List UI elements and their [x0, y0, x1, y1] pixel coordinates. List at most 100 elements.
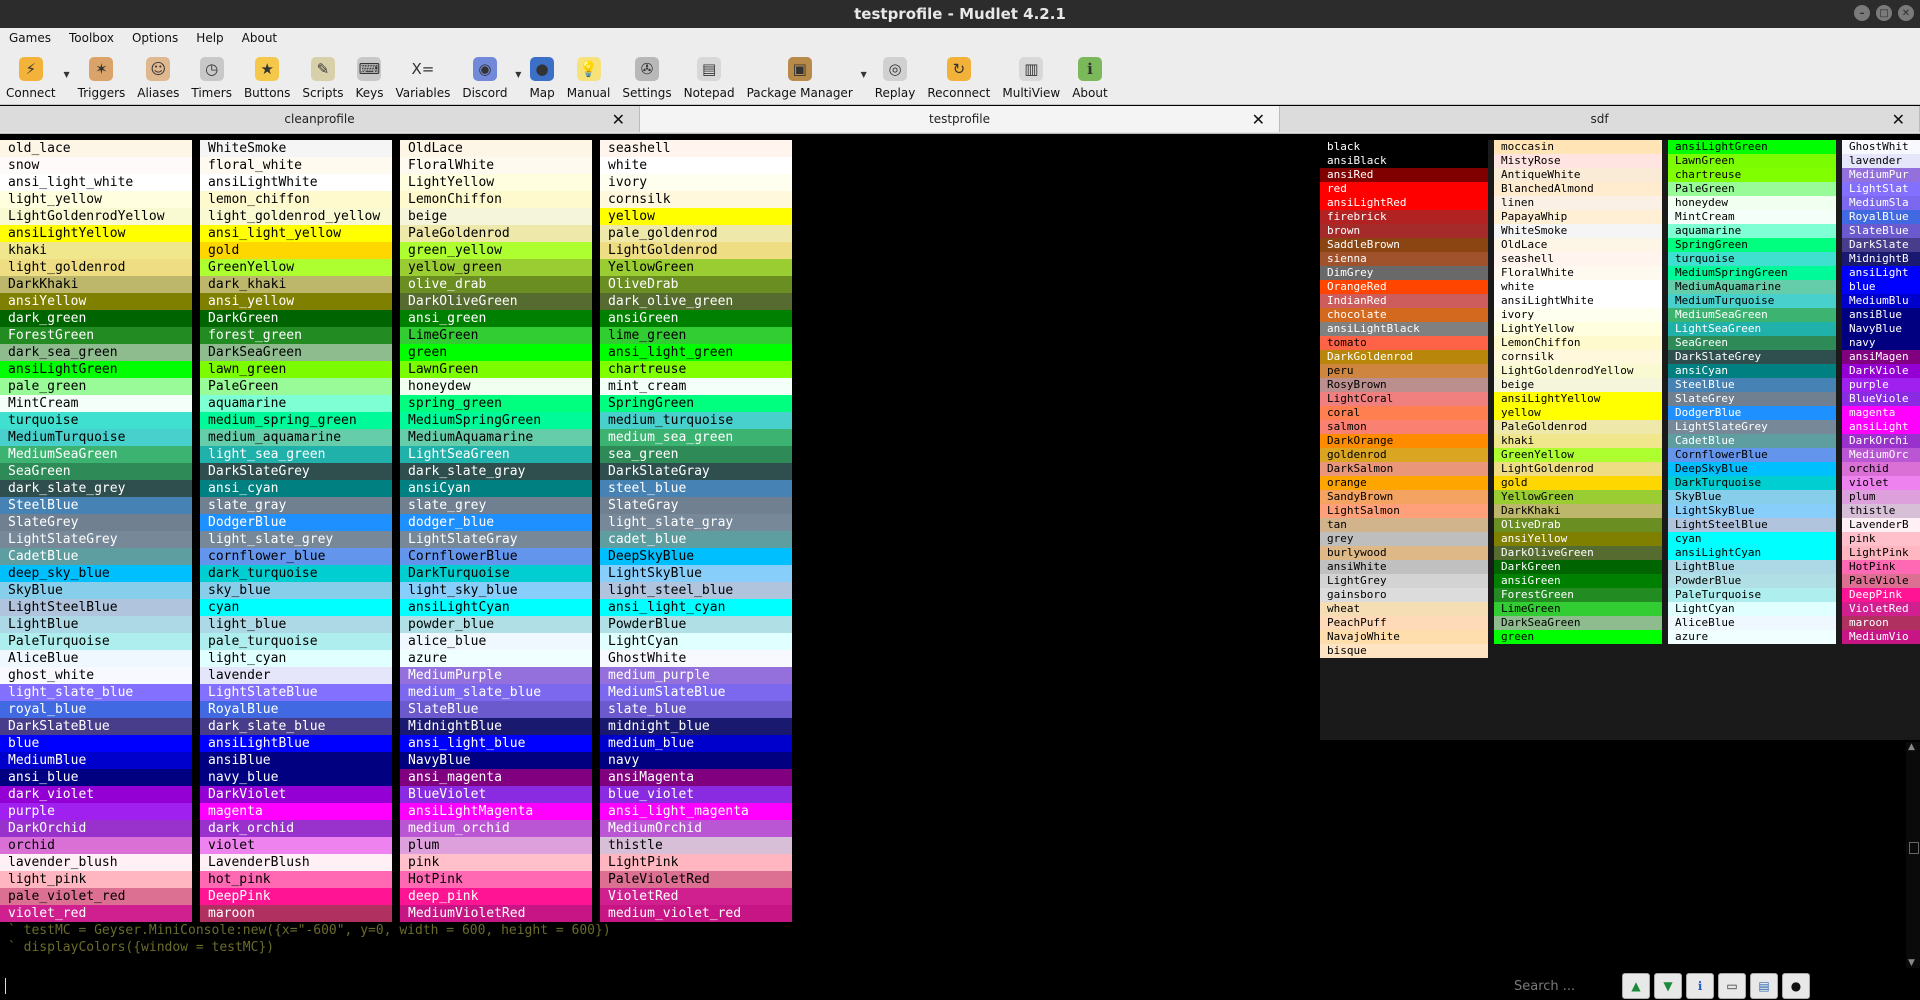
scrollbar-thumb[interactable]: [1909, 842, 1919, 854]
triggers-icon: ✶: [89, 57, 114, 81]
dropdown-arrow-icon[interactable]: ▼: [861, 70, 867, 79]
minimize-button[interactable]: –: [1854, 5, 1870, 21]
buttons-button[interactable]: ★ Buttons: [238, 48, 296, 100]
replay-button[interactable]: ◎ Replay: [869, 48, 922, 100]
aliases-button[interactable]: ☺ Aliases: [131, 48, 185, 100]
color-swatch: ansiCyan: [400, 480, 592, 497]
color-swatch: light_cyan: [200, 650, 392, 667]
color-swatch: RosyBrown: [1320, 378, 1488, 392]
color-swatch: BlueViole: [1842, 392, 1920, 406]
color-swatch: firebrick: [1320, 210, 1488, 224]
close-window-button[interactable]: ✕: [1898, 5, 1914, 21]
command-input[interactable]: [5, 978, 6, 994]
color-swatch: CadetBlue: [0, 548, 192, 565]
scroll-down-arrow-icon[interactable]: ▼: [1908, 958, 1915, 968]
color-swatch: ansiBlue: [200, 752, 392, 769]
color-swatch: GhostWhit: [1842, 140, 1920, 154]
color-swatch: AntiqueWhite: [1494, 168, 1662, 182]
menu-toolbox[interactable]: Toolbox: [60, 31, 123, 45]
color-swatch: PaleGreen: [200, 378, 392, 395]
color-swatch: lime_green: [600, 327, 792, 344]
color-swatch: DarkSlate: [1842, 238, 1920, 252]
color-swatch: BlanchedAlmond: [1494, 182, 1662, 196]
color-swatch: lavender: [1842, 154, 1920, 168]
color-swatch: tan: [1320, 518, 1488, 532]
color-column: OldLace FloralWhite LightYellow LemonChiffo…: [400, 140, 592, 922]
menu-games[interactable]: Games: [0, 31, 60, 45]
scroll-up-button[interactable]: ▲: [1622, 973, 1650, 999]
toolbar-button-label: Connect: [6, 86, 56, 100]
color-swatch: OldLace: [400, 140, 592, 157]
color-swatch: dark_olive_green: [600, 293, 792, 310]
map-button[interactable]: ● Map: [523, 48, 560, 100]
toolbar-button-label: Aliases: [137, 86, 180, 100]
tab-cleanprofile[interactable]: cleanprofile ✕: [0, 106, 640, 132]
scripts-button[interactable]: ✎ Scripts: [296, 48, 349, 100]
color-swatch: SandyBrown: [1320, 490, 1488, 504]
scroll-up-arrow-icon[interactable]: ▲: [1908, 742, 1915, 752]
color-swatch: moccasin: [1494, 140, 1662, 154]
menu-options[interactable]: Options: [123, 31, 187, 45]
menu-help[interactable]: Help: [187, 31, 232, 45]
color-swatch: medium_sea_green: [600, 429, 792, 446]
keys-button[interactable]: ⌨ Keys: [349, 48, 389, 100]
package-manager-button[interactable]: ▣ Package Manager ▼: [741, 48, 867, 100]
timers-button[interactable]: ◷ Timers: [185, 48, 238, 100]
console-scrollbar[interactable]: ▲ ▼: [1906, 742, 1920, 968]
color-swatch: lemon_chiffon: [200, 191, 392, 208]
toolbar-button-label: Scripts: [302, 86, 344, 100]
discord-button[interactable]: ◉ Discord ▼: [456, 48, 521, 100]
close-tab-icon[interactable]: ✕: [1252, 110, 1265, 129]
color-swatch: LightSkyBlue: [600, 565, 792, 582]
color-swatch: pale_turquoise: [200, 633, 392, 650]
color-swatch: light_sea_green: [200, 446, 392, 463]
maximize-button[interactable]: □: [1876, 5, 1892, 21]
close-tab-icon[interactable]: ✕: [612, 110, 625, 129]
close-tab-icon[interactable]: ✕: [1892, 110, 1905, 129]
about-button[interactable]: ℹ About: [1066, 48, 1113, 100]
color-swatch: YellowGreen: [600, 259, 792, 276]
menu-about[interactable]: About: [233, 31, 286, 45]
color-swatch: SlateGray: [600, 497, 792, 514]
color-swatch: LightBlue: [1668, 560, 1836, 574]
color-swatch: pale_violet_red: [0, 888, 192, 905]
tab-sdf[interactable]: sdf ✕: [1280, 106, 1920, 132]
search-input[interactable]: [1512, 976, 1616, 996]
color-swatch: steel_blue: [600, 480, 792, 497]
scroll-down-button[interactable]: ▼: [1654, 973, 1682, 999]
manual-button[interactable]: 💡 Manual: [561, 48, 617, 100]
info-button[interactable]: ℹ: [1686, 973, 1714, 999]
color-swatch: brown: [1320, 224, 1488, 238]
color-swatch: pink: [400, 854, 592, 871]
command-line-button[interactable]: ▭: [1718, 973, 1746, 999]
record-button[interactable]: ●: [1782, 973, 1810, 999]
variables-button[interactable]: X= Variables: [389, 48, 456, 100]
color-swatch: magenta: [200, 803, 392, 820]
color-swatch: LimeGreen: [400, 327, 592, 344]
dropdown-arrow-icon[interactable]: ▼: [515, 70, 521, 79]
color-swatch: MediumBlu: [1842, 294, 1920, 308]
color-swatch: medium_spring_green: [200, 412, 392, 429]
manual-icon: 💡: [576, 57, 601, 81]
color-swatch: light_slate_blue: [0, 684, 192, 701]
color-swatch: PapayaWhip: [1494, 210, 1662, 224]
color-swatch: beige: [1494, 378, 1662, 392]
color-swatch: navy: [600, 752, 792, 769]
color-swatch: ansiLightYellow: [1494, 392, 1662, 406]
connect-button[interactable]: ⚡ Connect ▼: [0, 48, 70, 100]
split-screen-button[interactable]: ▤: [1750, 973, 1778, 999]
color-swatch: HotPink: [1842, 560, 1920, 574]
color-swatch: ansi_yellow: [200, 293, 392, 310]
multiview-button[interactable]: ▥ MultiView: [996, 48, 1066, 100]
color-swatch: ForestGreen: [1494, 588, 1662, 602]
triggers-button[interactable]: ✶ Triggers: [72, 48, 132, 100]
mini-console[interactable]: black ansiBlack ansiRed red ansiLightRed fire…: [1320, 140, 1920, 740]
color-swatch: khaki: [0, 242, 192, 259]
color-swatch: FloralWhite: [400, 157, 592, 174]
dropdown-arrow-icon[interactable]: ▼: [63, 70, 69, 79]
settings-button[interactable]: ✇ Settings: [616, 48, 677, 100]
notepad-button[interactable]: ▤ Notepad: [678, 48, 741, 100]
color-swatch: plum: [1842, 490, 1920, 504]
reconnect-button[interactable]: ↻ Reconnect: [921, 48, 996, 100]
tab-testprofile[interactable]: testprofile ✕: [640, 106, 1280, 132]
